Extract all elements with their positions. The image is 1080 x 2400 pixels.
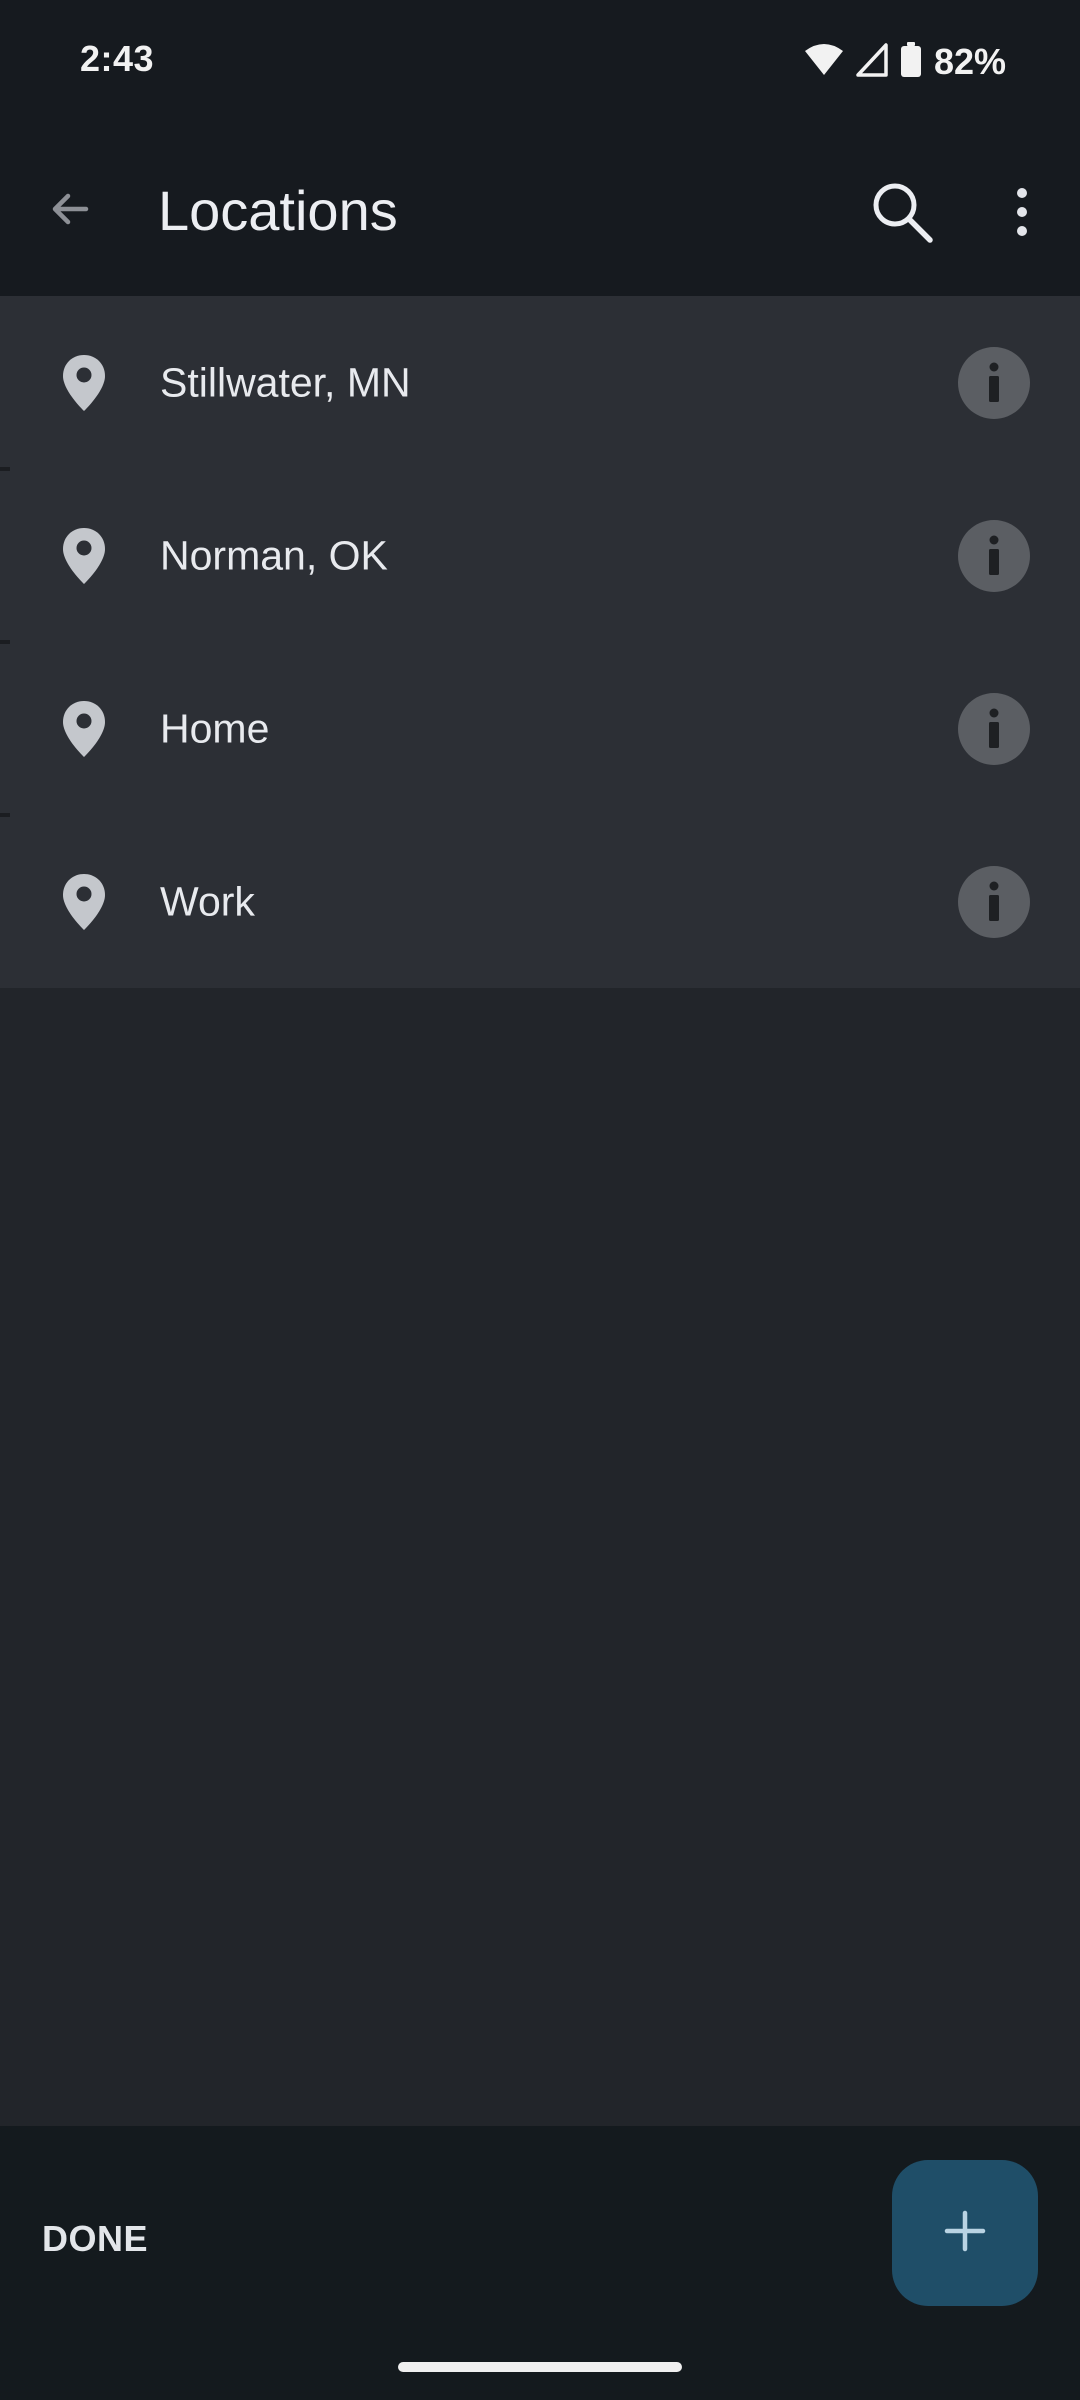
location-name: Norman, OK: [160, 532, 388, 578]
location-name: Work: [160, 878, 255, 924]
info-icon[interactable]: [958, 865, 1030, 938]
add-icon: [943, 2209, 987, 2258]
location-item-norman[interactable]: Norman, OK: [0, 469, 1080, 644]
location-item-work[interactable]: Work: [0, 815, 1080, 988]
add-location-button[interactable]: [892, 2160, 1038, 2306]
location-pin-icon: [60, 699, 108, 759]
location-list: Stillwater, MN Norman, OK Home Work: [0, 296, 1080, 988]
search-button[interactable]: [856, 168, 948, 260]
location-item-home[interactable]: Home: [0, 642, 1080, 817]
status-time: 2:43: [80, 38, 155, 79]
more-vert-icon: [1015, 187, 1029, 242]
done-button[interactable]: DONE: [30, 2208, 160, 2270]
location-pin-icon: [60, 353, 108, 413]
app-bar: Locations: [0, 128, 1080, 296]
status-icons: 82%: [804, 38, 1006, 86]
location-name: Home: [160, 705, 270, 751]
home-indicator[interactable]: [398, 2362, 682, 2372]
status-bar: 2:43 82%: [0, 0, 1080, 128]
wifi-icon: [804, 43, 844, 82]
back-button[interactable]: [34, 166, 106, 256]
location-name: Stillwater, MN: [160, 359, 411, 405]
bottom-bar: DONE: [0, 2126, 1080, 2400]
location-pin-icon: [60, 526, 108, 586]
locations-screen: 2:43 82% Locations Stillwater, MN Norman…: [0, 0, 1080, 2400]
page-title: Locations: [158, 179, 398, 242]
info-icon[interactable]: [958, 346, 1030, 419]
more-options-button[interactable]: [990, 168, 1054, 260]
info-icon[interactable]: [958, 692, 1030, 765]
back-arrow-icon: [46, 185, 94, 238]
location-pin-icon: [60, 872, 108, 932]
cellular-signal-icon: [856, 42, 888, 82]
battery-percentage: 82%: [933, 41, 1006, 82]
info-icon[interactable]: [958, 519, 1030, 592]
search-icon: [869, 179, 935, 250]
location-item-stillwater[interactable]: Stillwater, MN: [0, 296, 1080, 471]
battery-icon: [900, 41, 922, 83]
